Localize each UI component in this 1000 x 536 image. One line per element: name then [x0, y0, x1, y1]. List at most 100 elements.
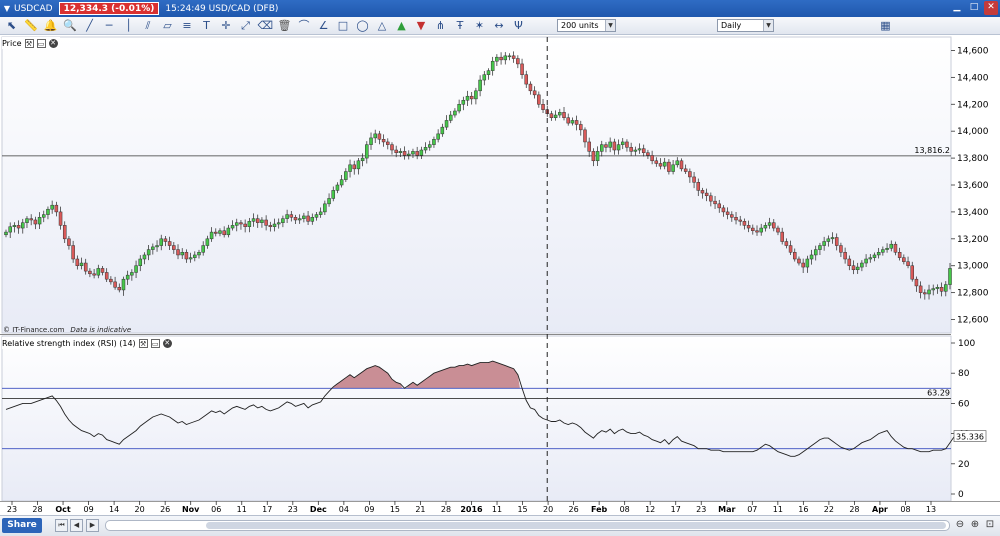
- candle-body: [767, 222, 772, 226]
- trend-line-icon[interactable]: ╱: [82, 18, 97, 33]
- price-tick-label: 13,000: [957, 262, 989, 272]
- candle-body: [155, 245, 159, 248]
- scroll-first-button[interactable]: ⏮: [55, 519, 68, 532]
- zoom-out-icon[interactable]: ⊖: [953, 518, 967, 532]
- candle-body: [591, 151, 596, 162]
- candle-body: [516, 58, 520, 65]
- period-select[interactable]: Daily ▼: [717, 19, 774, 32]
- gann-icon[interactable]: ✶: [472, 18, 487, 33]
- candle-body: [356, 160, 361, 170]
- scroll-right-button[interactable]: ▶: [86, 519, 99, 532]
- candle-body: [570, 120, 575, 124]
- candle-body: [637, 148, 642, 151]
- candle-body: [92, 273, 96, 276]
- close-icon[interactable]: ✕: [984, 1, 998, 15]
- fibonacci-icon[interactable]: ≡: [180, 18, 195, 33]
- candle-body: [562, 112, 566, 118]
- eraser-icon[interactable]: ⌫: [258, 18, 274, 33]
- share-button[interactable]: Share: [2, 518, 42, 533]
- vertical-line-icon[interactable]: │: [121, 18, 136, 33]
- cursor-icon[interactable]: ⬉: [4, 18, 19, 33]
- candle-body: [650, 155, 654, 162]
- candle-body: [763, 225, 768, 229]
- candle-body: [528, 83, 533, 92]
- candle-body: [125, 274, 130, 280]
- close-panel-icon[interactable]: ✕: [48, 38, 58, 48]
- horizontal-line-icon[interactable]: ─: [102, 18, 117, 33]
- candle-body: [889, 243, 894, 249]
- candle-body: [537, 94, 541, 105]
- rectangle-icon[interactable]: □: [336, 18, 351, 33]
- scrollbar-thumb[interactable]: [206, 522, 946, 529]
- candle-body: [386, 141, 390, 145]
- candle-body: [142, 254, 147, 260]
- parallel-icon[interactable]: ⫽: [141, 18, 156, 33]
- text-icon[interactable]: T: [199, 18, 214, 33]
- zoom-icon[interactable]: 🔍: [63, 18, 78, 33]
- candle-body: [742, 221, 747, 226]
- candle-body: [96, 268, 101, 276]
- candle-body: [29, 218, 33, 221]
- price-panel-header: Price ⚒ ▭ ✕: [2, 37, 60, 49]
- menu-arrow-icon[interactable]: ▼: [2, 4, 12, 13]
- ruler-icon[interactable]: 📏: [24, 18, 39, 33]
- candle-body: [688, 171, 692, 178]
- rsi-tick-label: 60: [958, 399, 970, 409]
- bell-icon[interactable]: 🔔: [43, 18, 58, 33]
- candle-body: [755, 230, 759, 233]
- candle-body: [205, 238, 210, 246]
- minimize-icon[interactable]: ▁: [950, 1, 964, 15]
- candle-body: [172, 245, 176, 250]
- units-select[interactable]: 200 units ▼: [557, 19, 616, 32]
- candle-body: [247, 221, 252, 227]
- period-value: Daily: [721, 21, 742, 30]
- triangle-icon[interactable]: △: [375, 18, 390, 33]
- measure-icon[interactable]: ⤢: [238, 18, 253, 33]
- candle-body: [134, 265, 138, 273]
- chart-area[interactable]: 13,816.2 63.29 12,600 12,800 13,000 13,200 1…: [0, 35, 1000, 515]
- scrollbar[interactable]: [105, 520, 950, 531]
- andrews-icon[interactable]: ⋔: [433, 18, 448, 33]
- candle-body: [297, 218, 302, 221]
- buy-arrow-icon[interactable]: ▲: [394, 18, 409, 33]
- extend-icon[interactable]: ↔: [492, 18, 507, 33]
- channel-icon[interactable]: ▱: [160, 18, 175, 33]
- rsi-marker-label: 63.29: [927, 388, 950, 397]
- wrench-icon[interactable]: ⚒: [138, 338, 148, 348]
- candle-body: [465, 95, 470, 101]
- fit-icon[interactable]: ⊡: [983, 518, 997, 532]
- tk-icon[interactable]: Ŧ: [453, 18, 468, 33]
- candle-body: [344, 171, 348, 180]
- x-tick-label: Nov: [182, 505, 200, 514]
- candle-body: [100, 268, 105, 273]
- candle-body: [469, 95, 474, 100]
- arc-icon[interactable]: ⌒: [297, 18, 312, 33]
- ellipse-icon[interactable]: ◯: [355, 18, 370, 33]
- x-tick-label: 15: [517, 505, 527, 514]
- candle-body: [751, 227, 755, 231]
- close-panel-icon[interactable]: ✕: [162, 338, 172, 348]
- wrench-icon[interactable]: ⚒: [24, 38, 34, 48]
- candle-body: [511, 55, 516, 59]
- chart-type-icon[interactable]: ▦: [878, 18, 893, 33]
- x-tick-label: 12: [645, 505, 655, 514]
- crosshair-icon[interactable]: ✛: [219, 18, 234, 33]
- candle-body: [725, 211, 730, 215]
- x-tick-label: 07: [747, 505, 757, 514]
- candle-body: [797, 258, 801, 264]
- pitchfork-icon[interactable]: Ψ: [511, 18, 526, 33]
- sell-arrow-icon[interactable]: ▼: [414, 18, 429, 33]
- candle-body: [746, 225, 751, 229]
- candle-body: [679, 160, 684, 170]
- x-tick-label: Oct: [55, 505, 71, 514]
- scroll-left-button[interactable]: ◀: [70, 519, 83, 532]
- angle-icon[interactable]: ∠: [316, 18, 331, 33]
- trash-icon[interactable]: 🗑: [277, 18, 292, 33]
- candle-body: [885, 247, 889, 250]
- candle-body: [407, 153, 411, 156]
- zoom-in-icon[interactable]: ⊕: [968, 518, 982, 532]
- candle-body: [234, 222, 239, 226]
- maximize-panel-icon[interactable]: ▭: [36, 38, 46, 48]
- maximize-icon[interactable]: □: [967, 1, 981, 15]
- maximize-panel-icon[interactable]: ▭: [150, 338, 160, 348]
